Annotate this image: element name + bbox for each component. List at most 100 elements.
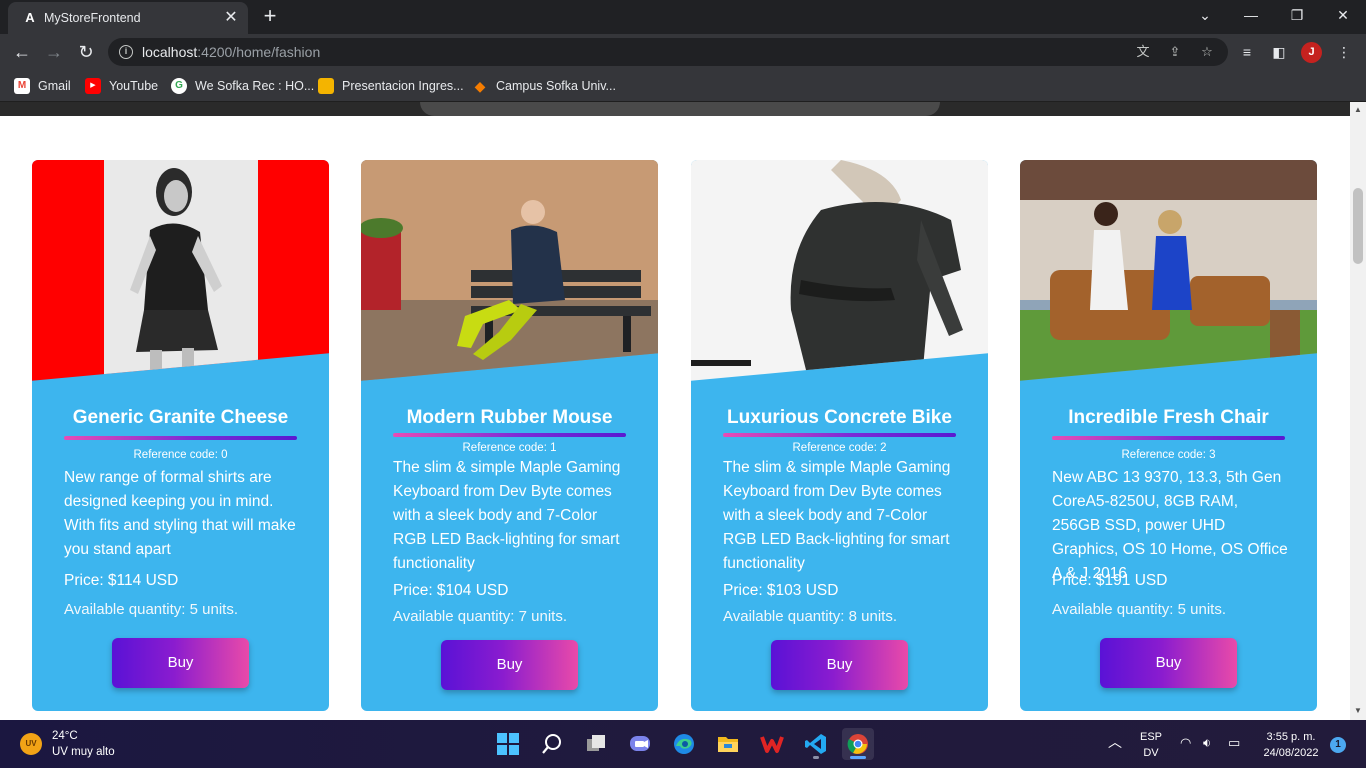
file-explorer-icon[interactable] xyxy=(712,728,744,760)
bookmark-youtube[interactable]: ▶ YouTube xyxy=(85,76,158,96)
language-top[interactable]: ESP xyxy=(1140,730,1162,744)
tab-mystore[interactable]: A MyStoreFrontend ✕ xyxy=(8,2,248,34)
title-underline xyxy=(64,436,297,440)
title-underline xyxy=(1052,436,1285,440)
angular-icon: A xyxy=(25,10,35,25)
translate-icon[interactable]: 文 xyxy=(1134,43,1152,61)
bookmark-campus[interactable]: ◆ Campus Sofka Univ... xyxy=(472,76,616,96)
browser-toolbar: ← → ↻ i localhost:4200/home/fashion 文 ⇪ … xyxy=(0,34,1366,70)
product-quantity: Available quantity: 7 units. xyxy=(393,608,568,625)
campus-icon: ◆ xyxy=(474,78,486,94)
page-scrollbar[interactable]: ▲ ▼ xyxy=(1350,102,1366,720)
product-price: Price: $191 USD xyxy=(1052,572,1168,589)
chrome-icon[interactable] xyxy=(842,728,874,760)
hero-banner-bottom xyxy=(0,102,1350,116)
forward-button[interactable]: → xyxy=(40,38,68,66)
url-text: localhost:4200/home/fashion xyxy=(142,44,321,60)
reference-code: Reference code: 0 xyxy=(133,449,228,461)
clock-time[interactable]: 3:55 p. m. xyxy=(1258,730,1324,744)
title-underline xyxy=(723,433,956,437)
restore-button[interactable]: ❐ xyxy=(1274,0,1320,32)
new-tab-button[interactable]: + xyxy=(258,5,282,29)
profile-avatar[interactable]: J xyxy=(1301,42,1322,63)
menu-icon[interactable]: ⋮ xyxy=(1334,42,1354,62)
task-view-icon[interactable] xyxy=(580,728,612,760)
product-description: New range of formal shirts are designed … xyxy=(64,469,296,558)
slides-icon xyxy=(318,78,334,94)
running-indicator xyxy=(813,756,819,759)
scroll-thumb[interactable] xyxy=(1353,188,1363,264)
product-description: The slim & simple Maple Gaming Keyboard … xyxy=(723,459,951,572)
clock-date[interactable]: 24/08/2022 xyxy=(1258,746,1324,760)
product-card: Generic Granite Cheese Reference code: 0… xyxy=(32,160,329,711)
media-control-icon[interactable]: ≡ xyxy=(1237,42,1257,62)
scroll-up-icon[interactable]: ▲ xyxy=(1353,105,1363,115)
tray-overflow-icon[interactable]: ︿ xyxy=(1108,735,1122,749)
weather-description[interactable]: UV muy alto xyxy=(52,745,115,759)
language-bottom[interactable]: DV xyxy=(1140,746,1162,760)
wifi-icon[interactable]: ◠ xyxy=(1180,736,1191,750)
battery-icon[interactable]: ▭ xyxy=(1228,736,1240,750)
bookmark-star-icon[interactable]: ☆ xyxy=(1198,43,1216,61)
bookmark-label: Presentacion Ingres... xyxy=(342,79,464,93)
reference-code: Reference code: 3 xyxy=(1121,449,1216,461)
bookmark-gmail[interactable]: M Gmail xyxy=(14,76,71,96)
reference-code: Reference code: 2 xyxy=(792,442,887,454)
minimize-button[interactable]: — xyxy=(1228,0,1274,32)
bookmark-label: We Sofka Rec : HO... xyxy=(195,79,315,93)
tab-title: MyStoreFrontend xyxy=(44,11,141,25)
product-price: Price: $114 USD xyxy=(64,572,179,589)
buy-button[interactable]: Buy xyxy=(112,638,249,688)
buy-button[interactable]: Buy xyxy=(771,640,908,690)
active-indicator xyxy=(850,756,866,759)
product-image xyxy=(361,160,658,381)
browser-titlebar: A MyStoreFrontend ✕ + ⌄ — ❐ ✕ xyxy=(0,0,1366,34)
sofka-icon: G xyxy=(171,78,187,94)
site-info-icon[interactable]: i xyxy=(119,45,133,59)
product-description: New ABC 13 9370, 13.3, 5th Gen CoreA5-82… xyxy=(1052,469,1288,582)
product-card: Modern Rubber Mouse Reference code: 1 Th… xyxy=(361,160,658,711)
buy-button[interactable]: Buy xyxy=(441,640,578,690)
buy-button[interactable]: Buy xyxy=(1100,638,1237,688)
search-icon[interactable] xyxy=(536,728,568,760)
product-image xyxy=(1020,160,1317,381)
product-title: Luxurious Concrete Bike xyxy=(727,407,952,428)
product-card: Incredible Fresh Chair Reference code: 3… xyxy=(1020,160,1317,711)
product-price: Price: $104 USD xyxy=(393,582,509,599)
bookmark-label: YouTube xyxy=(109,79,159,93)
address-bar[interactable]: i localhost:4200/home/fashion 文 ⇪ ☆ xyxy=(108,38,1228,66)
bookmark-sofka-rec[interactable]: G We Sofka Rec : HO... xyxy=(171,76,314,96)
close-window-button[interactable]: ✕ xyxy=(1320,0,1366,32)
product-photo-man-on-bench xyxy=(361,160,658,381)
wps-office-icon[interactable] xyxy=(756,728,788,760)
product-image xyxy=(691,160,988,381)
product-quantity: Available quantity: 8 units. xyxy=(723,608,898,625)
scroll-down-icon[interactable]: ▼ xyxy=(1353,706,1363,716)
gmail-icon: M xyxy=(14,78,30,94)
side-panel-icon[interactable]: ◧ xyxy=(1269,42,1289,62)
share-icon[interactable]: ⇪ xyxy=(1166,43,1184,61)
product-title: Incredible Fresh Chair xyxy=(1068,407,1269,428)
teams-chat-icon[interactable] xyxy=(624,728,656,760)
volume-icon[interactable]: 🔉︎ xyxy=(1203,736,1211,750)
product-quantity: Available quantity: 5 units. xyxy=(64,601,239,618)
close-tab-icon[interactable]: ✕ xyxy=(222,9,240,27)
product-photo-woman-dark-dress xyxy=(691,160,988,381)
reference-code: Reference code: 1 xyxy=(462,442,557,454)
bookmark-presentacion[interactable]: Presentacion Ingres... xyxy=(318,76,464,96)
youtube-icon: ▶ xyxy=(85,78,101,94)
product-title: Generic Granite Cheese xyxy=(72,407,289,428)
back-button[interactable]: ← xyxy=(8,38,36,66)
product-photo-woman-polka-dress xyxy=(32,160,329,381)
weather-uv-icon[interactable]: UV xyxy=(20,733,42,755)
vscode-icon[interactable] xyxy=(800,728,832,760)
edge-browser-icon[interactable] xyxy=(668,728,700,760)
title-underline xyxy=(393,433,626,437)
page-viewport: Generic Granite Cheese Reference code: 0… xyxy=(0,102,1350,720)
weather-temperature[interactable]: 24°C xyxy=(52,729,78,743)
reload-button[interactable]: ↻ xyxy=(72,38,100,66)
notification-badge[interactable]: 1 xyxy=(1330,737,1346,753)
tab-search-icon[interactable]: ⌄ xyxy=(1182,0,1228,32)
windows-start-icon[interactable] xyxy=(492,728,524,760)
bookmarks-bar: M Gmail ▶ YouTube G We Sofka Rec : HO...… xyxy=(0,70,1366,102)
